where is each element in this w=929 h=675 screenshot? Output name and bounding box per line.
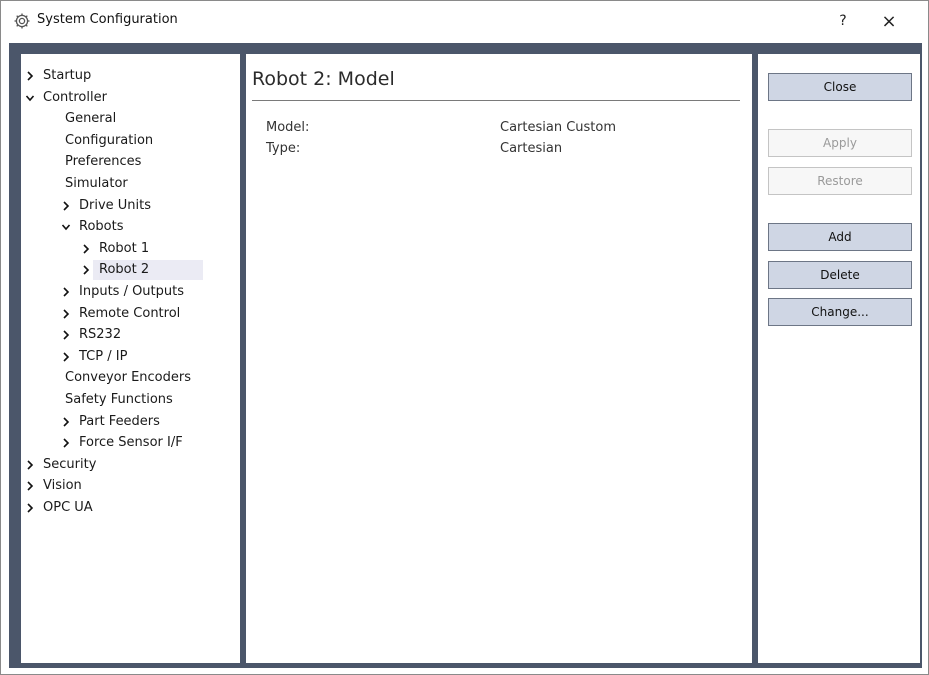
- tree-item-label: Controller: [43, 89, 107, 105]
- restore-button[interactable]: Restore: [768, 167, 912, 195]
- tree-item-label: Inputs / Outputs: [79, 284, 185, 299]
- chevron-right-icon[interactable]: [81, 260, 93, 280]
- tree-item-label: TCP / IP: [79, 348, 128, 364]
- close-window-button[interactable]: ×: [871, 7, 907, 35]
- change-button[interactable]: Change...: [768, 298, 912, 326]
- tree-item-label: Conveyor Encoders: [65, 370, 192, 386]
- tree-item-vision[interactable]: Vision: [21, 476, 240, 496]
- title-bar: System Configuration ? ×: [1, 1, 928, 41]
- window-title: System Configuration: [37, 12, 178, 27]
- content-panel: Robot 2: Model Model: Cartesian Custom T…: [246, 54, 752, 663]
- tree-item-inputs-outputs[interactable]: Inputs / Outputs: [21, 282, 240, 302]
- chevron-right-icon[interactable]: [25, 66, 37, 86]
- tree-item-security[interactable]: Security: [21, 455, 240, 475]
- chevron-right-icon[interactable]: [61, 433, 73, 453]
- apply-button[interactable]: Apply: [768, 129, 912, 157]
- close-button[interactable]: Close: [768, 73, 912, 101]
- tree-item-robot-1[interactable]: Robot 1: [21, 239, 240, 259]
- tree-item-label: OPC UA: [43, 500, 93, 515]
- chevron-right-icon[interactable]: [25, 498, 37, 518]
- tree-item-label: Part Feeders: [79, 413, 160, 429]
- chevron-right-icon[interactable]: [25, 455, 37, 475]
- tree-item-robot-2[interactable]: Robot 2: [21, 260, 240, 281]
- tree-item-label: Force Sensor I/F: [79, 435, 183, 451]
- model-label: Model:: [266, 120, 310, 135]
- tree-item-drive-units[interactable]: Drive Units: [21, 196, 240, 216]
- gear-icon: [14, 13, 30, 29]
- tree-item-preferences[interactable]: Preferences: [21, 152, 240, 172]
- tree-item-label: Startup: [43, 68, 92, 83]
- chevron-right-icon[interactable]: [61, 196, 73, 216]
- tree-item-force-sensor-if[interactable]: Force Sensor I/F: [21, 433, 240, 453]
- tree-item-label: General: [65, 111, 117, 127]
- tree-item-conveyor-encoders[interactable]: Conveyor Encoders: [21, 368, 240, 388]
- button-panel: Close Apply Restore Add Delete Change...: [758, 54, 920, 663]
- tree-item-controller[interactable]: Controller: [21, 88, 240, 108]
- tree-item-remote-control[interactable]: Remote Control: [21, 304, 240, 324]
- tree-item-tcp-ip[interactable]: TCP / IP: [21, 347, 240, 367]
- dialog-frame: Startup Controller General Configuration Pre…: [9, 43, 922, 668]
- tree-item-rs232[interactable]: RS232: [21, 325, 240, 345]
- tree-item-simulator[interactable]: Simulator: [21, 174, 240, 194]
- tree-item-label: Security: [43, 456, 97, 472]
- tree-item-label: Safety Functions: [65, 392, 173, 407]
- title-divider: [252, 100, 740, 101]
- delete-button[interactable]: Delete: [768, 261, 912, 289]
- page-title: Robot 2: Model: [252, 68, 395, 90]
- tree-item-label: Preferences: [65, 154, 142, 170]
- tree-item-general[interactable]: General: [21, 109, 240, 129]
- tree-item-label: Configuration: [65, 132, 154, 148]
- tree-item-part-feeders[interactable]: Part Feeders: [21, 412, 240, 432]
- tree-item-label: Robot 2: [99, 260, 150, 281]
- tree-item-label: RS232: [79, 327, 122, 343]
- tree-item-label: Robot 1: [99, 240, 150, 256]
- tree-item-safety-functions[interactable]: Safety Functions: [21, 390, 240, 410]
- navigation-tree: Startup Controller General Configuration Pre…: [21, 54, 240, 663]
- tree-item-configuration[interactable]: Configuration: [21, 131, 240, 151]
- tree-item-label: Robots: [79, 219, 124, 235]
- model-value: Cartesian Custom: [500, 120, 617, 135]
- tree-item-label: Simulator: [65, 176, 128, 191]
- tree-item-label: Vision: [43, 478, 82, 494]
- type-label: Type:: [266, 141, 301, 156]
- tree-item-startup[interactable]: Startup: [21, 66, 240, 86]
- tree-item-opc-ua[interactable]: OPC UA: [21, 498, 240, 518]
- chevron-right-icon[interactable]: [61, 282, 73, 302]
- chevron-right-icon[interactable]: [61, 325, 73, 345]
- chevron-right-icon[interactable]: [61, 412, 73, 432]
- tree-item-label: Drive Units: [79, 197, 152, 213]
- chevron-down-icon[interactable]: [25, 88, 37, 108]
- chevron-right-icon[interactable]: [25, 476, 37, 496]
- chevron-right-icon[interactable]: [61, 347, 73, 367]
- tree-item-robots[interactable]: Robots: [21, 217, 240, 237]
- chevron-right-icon[interactable]: [61, 304, 73, 324]
- system-configuration-window: System Configuration ? × Startup Controll…: [0, 0, 929, 675]
- chevron-down-icon[interactable]: [61, 217, 73, 237]
- type-value: Cartesian: [500, 141, 563, 156]
- add-button[interactable]: Add: [768, 223, 912, 251]
- tree-item-label: Remote Control: [79, 305, 181, 321]
- help-button[interactable]: ?: [825, 7, 861, 35]
- chevron-right-icon[interactable]: [81, 239, 93, 259]
